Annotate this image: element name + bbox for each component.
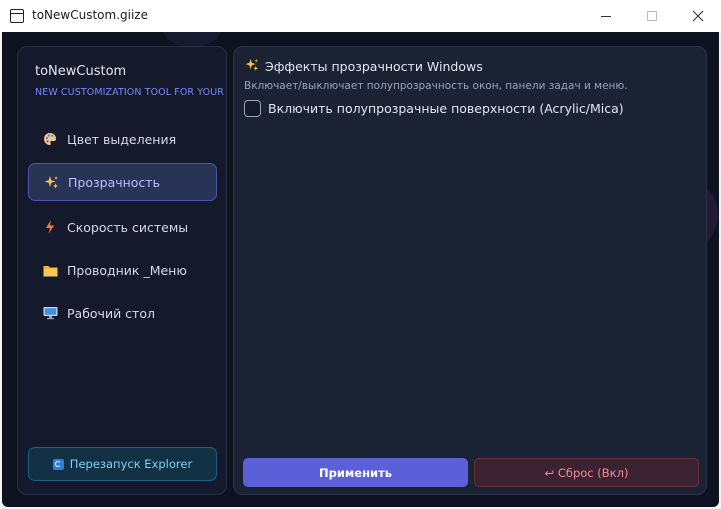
close-button[interactable] <box>675 0 721 32</box>
sidebar-item-system-speed[interactable]: Скорость системы <box>28 208 217 246</box>
lightning-icon <box>42 219 58 235</box>
restart-explorer-button[interactable]: Перезапуск Explorer <box>28 447 217 481</box>
monitor-icon <box>42 305 58 321</box>
sidebar-item-label: Рабочий стол <box>67 305 155 321</box>
sidebar-item-label: Скорость системы <box>67 219 189 235</box>
section-title: Эффекты прозрачности Windows <box>245 58 483 75</box>
sidebar-item-label: Проводник _Меню <box>67 262 187 278</box>
refresh-icon <box>52 458 64 470</box>
window-title: toNewCustom.giize <box>32 8 148 22</box>
minimize-button[interactable] <box>583 0 629 32</box>
sidebar-item-desktop[interactable]: Рабочий стол <box>28 294 217 332</box>
sidebar-item-label: Цвет выделения <box>67 131 177 147</box>
transparency-checkbox-row[interactable]: Включить полупрозрачные поверхности (Acr… <box>244 100 624 117</box>
maximize-button[interactable] <box>629 0 675 32</box>
sidebar-item-highlight-color[interactable]: Цвет выделения <box>28 120 217 158</box>
transparency-checkbox[interactable] <box>244 100 261 117</box>
title-bar: toNewCustom.giize <box>0 0 721 32</box>
app-client-area: toNewCustom NEW CUSTOMIZATION TOOL FOR Y… <box>2 32 719 507</box>
maximize-icon <box>647 11 657 21</box>
palette-icon <box>42 131 58 147</box>
transparency-checkbox-label[interactable]: Включить полупрозрачные поверхности (Acr… <box>268 101 624 116</box>
app-window-icon <box>10 9 24 23</box>
close-icon <box>692 10 704 22</box>
section-description: Включает/выключает полупрозрачность окон… <box>244 80 628 92</box>
sparkles-icon <box>43 174 59 190</box>
brand-tagline: NEW CUSTOMIZATION TOOL FOR YOUR <box>35 87 224 98</box>
sidebar: toNewCustom NEW CUSTOMIZATION TOOL FOR Y… <box>17 46 227 495</box>
apply-button[interactable]: Применить <box>243 458 468 487</box>
sidebar-item-label: Прозрачность <box>68 174 160 190</box>
sidebar-item-transparency[interactable]: Прозрачность <box>28 163 217 201</box>
section-title-text: Эффекты прозрачности Windows <box>265 59 483 74</box>
settings-panel: Эффекты прозрачности Windows Включает/вы… <box>233 46 707 495</box>
folder-icon <box>42 262 58 278</box>
sparkles-icon <box>245 58 259 75</box>
sidebar-item-explorer-menu[interactable]: Проводник _Меню <box>28 251 217 289</box>
reset-button[interactable]: ↩ Сброс (Вкл) <box>474 458 699 487</box>
minimize-icon <box>601 15 611 17</box>
brand-title: toNewCustom <box>35 64 127 79</box>
restart-explorer-label: Перезапуск Explorer <box>69 457 193 471</box>
background-orb <box>162 32 222 47</box>
